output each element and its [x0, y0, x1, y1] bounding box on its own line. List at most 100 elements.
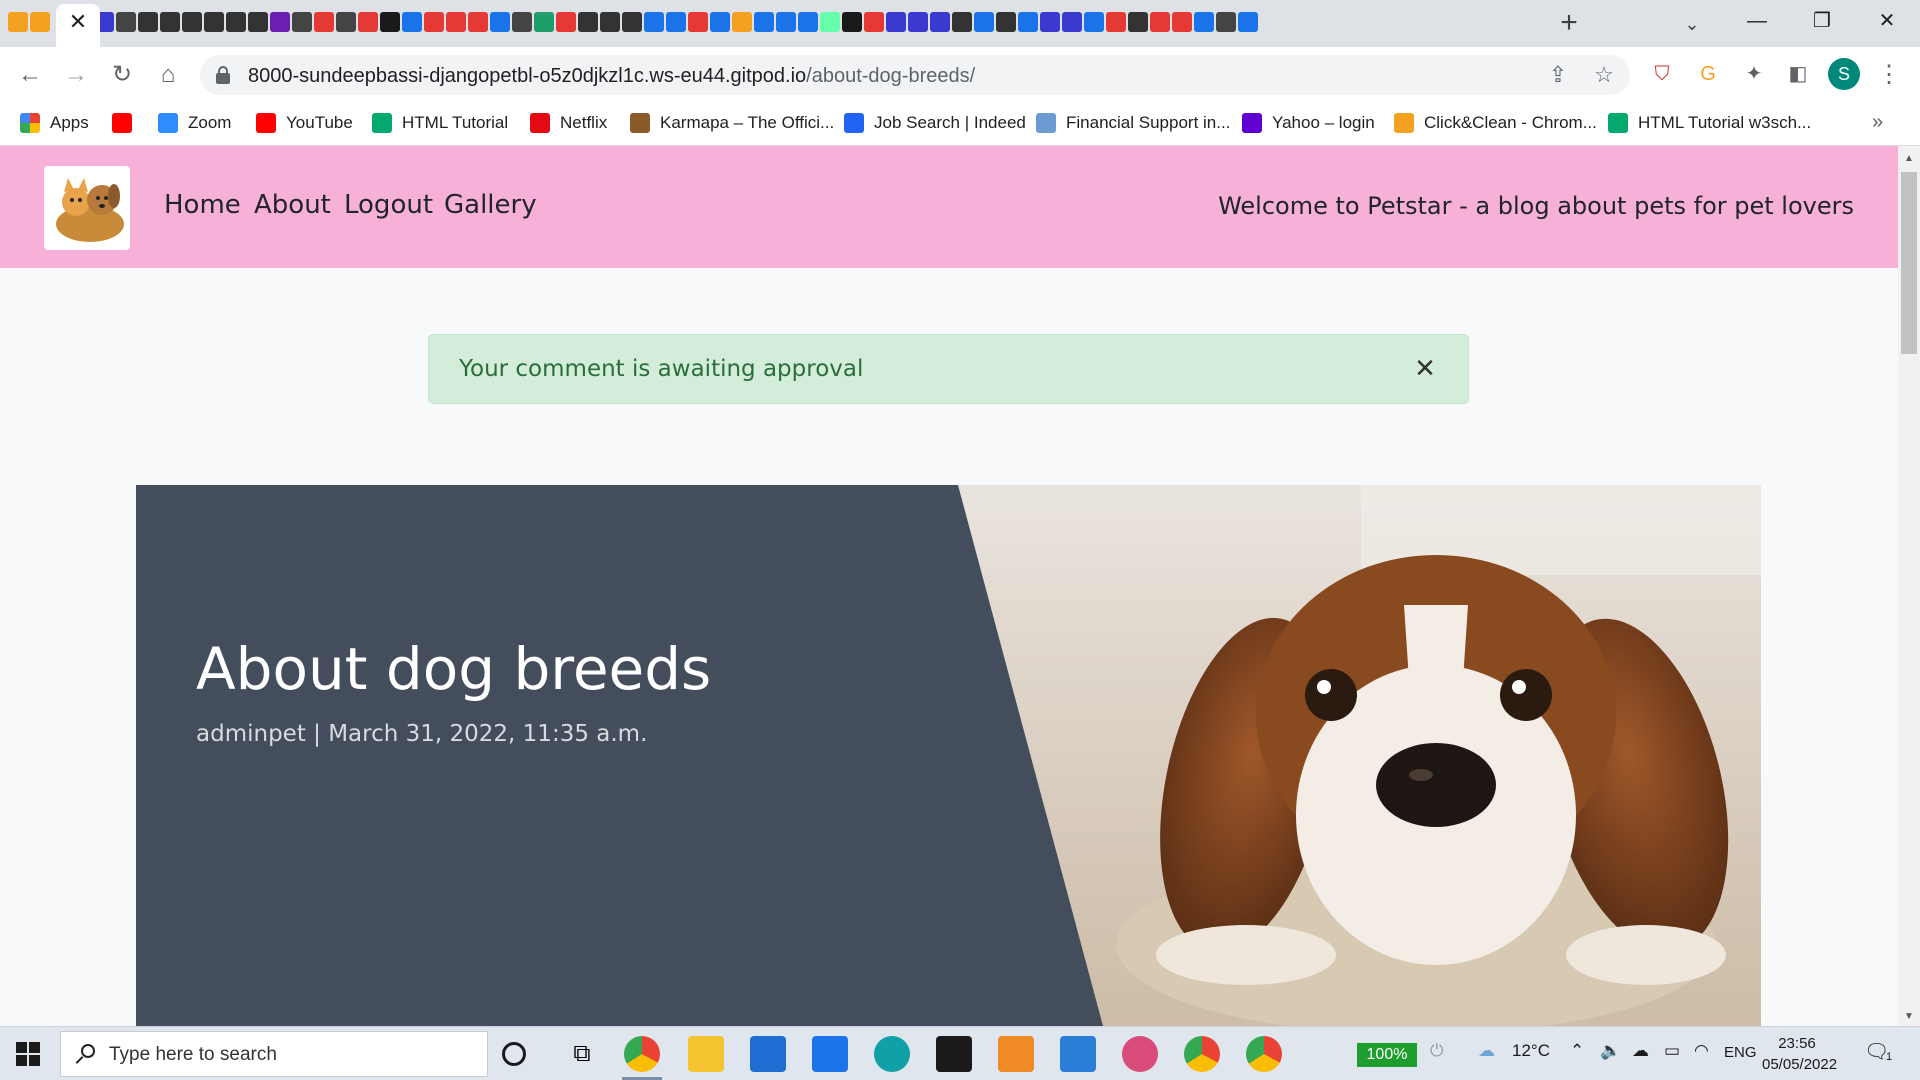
extensions-puzzle-icon[interactable]: ✦ [1740, 60, 1768, 88]
chrome-icon[interactable] [1184, 1036, 1220, 1072]
input-language[interactable]: ENG [1724, 1044, 1757, 1061]
battery-icon[interactable]: ▭ [1664, 1041, 1680, 1061]
bookmark-star-icon[interactable]: ☆ [1590, 61, 1618, 89]
tab-favicon[interactable] [116, 12, 136, 32]
tab-favicon[interactable] [358, 12, 378, 32]
tab-favicon[interactable] [798, 12, 818, 32]
tab-favicon[interactable] [996, 12, 1016, 32]
side-panel-icon[interactable]: ◧ [1784, 60, 1812, 88]
battery-percentage[interactable]: 100% [1357, 1043, 1417, 1067]
alert-close-icon[interactable]: ✕ [1408, 351, 1442, 385]
tab-favicon[interactable] [908, 12, 928, 32]
nav-about-link[interactable]: About [254, 190, 331, 220]
tab-favicon[interactable] [138, 12, 158, 32]
tab-favicon[interactable] [622, 12, 642, 32]
bookmark-zoom[interactable]: Zoom [158, 109, 231, 137]
tab-favicon[interactable] [424, 12, 444, 32]
bookmark-apps[interactable]: Apps [20, 109, 89, 137]
back-arrow-icon[interactable]: ← [14, 59, 46, 91]
tab-favicon[interactable] [292, 12, 312, 32]
scrollbar-thumb[interactable] [1901, 172, 1917, 354]
tab-favicon[interactable] [930, 12, 950, 32]
tab-favicon[interactable] [1106, 12, 1126, 32]
tab-favicon[interactable] [754, 12, 774, 32]
restore-button[interactable]: ❐ [1797, 6, 1847, 36]
tab-favicon[interactable] [600, 12, 620, 32]
chrome-icon[interactable] [624, 1036, 660, 1072]
browser-menu-icon[interactable]: ⋮ [1874, 59, 1904, 91]
weather-temperature[interactable]: 12°C [1512, 1041, 1550, 1061]
tab-favicon[interactable] [336, 12, 356, 32]
file-explorer-icon[interactable] [688, 1036, 724, 1072]
tab-favicon[interactable] [226, 12, 246, 32]
nav-home-link[interactable]: Home [164, 190, 241, 220]
address-bar[interactable]: 8000-sundeepbassi-djangopetbl-o5z0djkzl1… [200, 55, 1630, 95]
tab-favicon[interactable] [204, 12, 224, 32]
terminal-icon[interactable] [936, 1036, 972, 1072]
minimize-button[interactable]: — [1732, 6, 1782, 36]
tab-favicon[interactable] [468, 12, 488, 32]
home-icon[interactable]: ⌂ [152, 59, 184, 91]
plug-icon[interactable]: ⏻ [1430, 1041, 1443, 1061]
tab-search-icon[interactable]: ⌄ [1678, 10, 1706, 38]
chrome-icon[interactable] [1246, 1036, 1282, 1072]
tab-favicon[interactable] [534, 12, 554, 32]
tab-favicon[interactable] [402, 12, 422, 32]
tab-favicon[interactable] [952, 12, 972, 32]
tab-favicon[interactable] [732, 12, 752, 32]
tab-favicon[interactable] [314, 12, 334, 32]
tab-favicon[interactable] [820, 12, 840, 32]
tab-favicon[interactable] [666, 12, 686, 32]
tab-favicon[interactable] [1040, 12, 1060, 32]
scroll-up-arrow-icon[interactable]: ▲ [1898, 150, 1920, 168]
store-icon[interactable] [750, 1036, 786, 1072]
bookmark-karmapa[interactable]: Karmapa – The Offici... [630, 109, 834, 137]
tab-favicon[interactable] [842, 12, 862, 32]
tab-favicon[interactable] [644, 12, 664, 32]
cortana-icon[interactable] [502, 1042, 526, 1066]
system-clock[interactable]: 23:56 05/05/2022 [1762, 1033, 1837, 1075]
tab-favicon[interactable] [8, 12, 28, 32]
tab-favicon[interactable] [886, 12, 906, 32]
extension-g-icon[interactable]: G [1694, 60, 1722, 88]
tab-favicon[interactable] [1084, 12, 1104, 32]
more-bookmarks-icon[interactable]: » [1872, 111, 1883, 134]
tab-favicon[interactable] [1216, 12, 1236, 32]
tab-favicon[interactable] [446, 12, 466, 32]
tab-favicon[interactable] [1128, 12, 1148, 32]
tab-favicon[interactable] [974, 12, 994, 32]
show-hidden-icons-icon[interactable]: ⌃ [1570, 1041, 1584, 1061]
profile-avatar[interactable]: S [1828, 58, 1860, 90]
close-icon[interactable]: ✕ [66, 10, 90, 34]
bookmark-w3schools[interactable]: HTML Tutorial w3sch... [1608, 109, 1811, 137]
forward-arrow-icon[interactable]: → [60, 59, 92, 91]
extension-shield-icon[interactable]: ⛉ [1648, 60, 1676, 88]
onedrive-icon[interactable]: ☁ [1632, 1041, 1649, 1061]
weather-icon[interactable]: ☁ [1478, 1041, 1495, 1061]
window-close-button[interactable]: ✕ [1862, 6, 1912, 36]
tab-favicon[interactable] [182, 12, 202, 32]
bookmark-yahoo[interactable]: Yahoo – login [1242, 109, 1375, 137]
tab-favicon[interactable] [1238, 12, 1258, 32]
volume-icon[interactable]: 🔈 [1600, 1041, 1621, 1061]
taskbar-search[interactable]: Type here to search [60, 1031, 488, 1077]
windows-start-icon[interactable] [16, 1042, 40, 1066]
new-tab-button[interactable]: + [1554, 8, 1584, 38]
bookmark-financial-support[interactable]: Financial Support in... [1036, 109, 1230, 137]
tab-favicon[interactable] [490, 12, 510, 32]
edge-icon[interactable] [874, 1036, 910, 1072]
tab-favicon[interactable] [864, 12, 884, 32]
tab-favicon[interactable] [30, 12, 50, 32]
task-view-icon[interactable]: ⧉ [564, 1036, 600, 1072]
petstar-logo[interactable] [44, 166, 130, 250]
snipping-tool-icon[interactable] [1122, 1036, 1158, 1072]
bookmark-click-clean[interactable]: Click&Clean - Chrom... [1394, 109, 1597, 137]
url-text[interactable]: 8000-sundeepbassi-djangopetbl-o5z0djkzl1… [248, 65, 975, 88]
tab-favicon[interactable] [1172, 12, 1192, 32]
share-icon[interactable]: ⇪ [1544, 61, 1572, 89]
bookmark-html-tutorial[interactable]: HTML Tutorial [372, 109, 508, 137]
sublime-icon[interactable] [998, 1036, 1034, 1072]
tab-favicon[interactable] [1194, 12, 1214, 32]
scroll-down-arrow-icon[interactable]: ▼ [1898, 1008, 1920, 1026]
tab-favicon[interactable] [1150, 12, 1170, 32]
